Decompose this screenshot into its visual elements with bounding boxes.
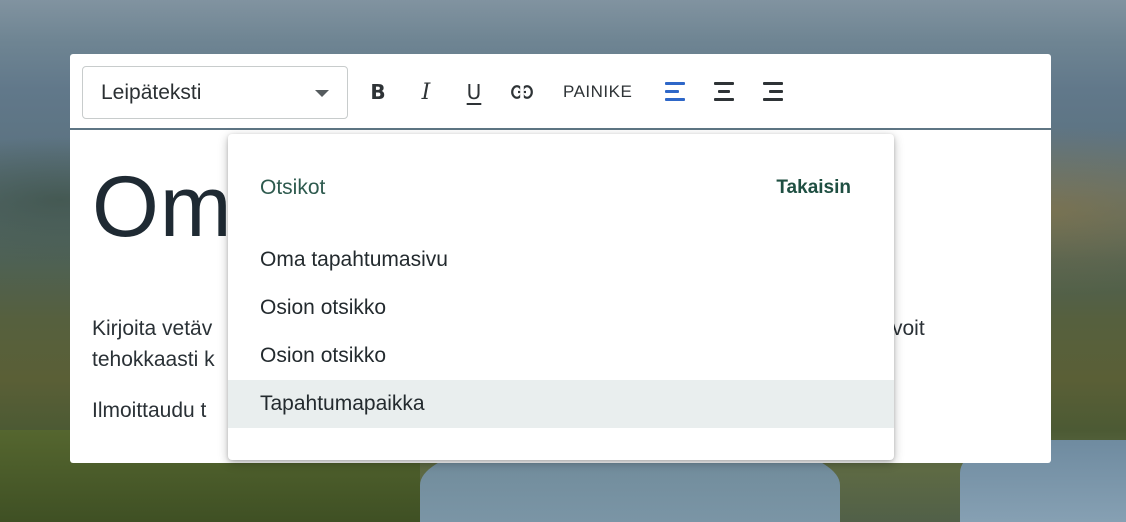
paragraph-line[interactable]: Ilmoittaudu t	[92, 395, 206, 426]
heading-style-dropdown: Otsikot Takaisin Oma tapahtumasivu Osion…	[228, 134, 894, 460]
align-center-icon	[714, 82, 734, 85]
align-left-icon-line	[665, 90, 679, 93]
editor-toolbar: Leipäteksti B I U PAINIKE	[70, 54, 1051, 128]
align-left-icon-line	[665, 98, 685, 101]
paragraph-line[interactable]: Kirjoita vetäv	[92, 313, 212, 344]
align-left-icon	[665, 82, 685, 85]
link-button[interactable]	[510, 76, 534, 108]
align-center-button[interactable]	[713, 82, 735, 102]
chevron-down-icon	[315, 90, 329, 97]
link-icon	[511, 85, 533, 99]
paragraph-line[interactable]: tehokkaasti k	[92, 344, 215, 375]
align-left-button[interactable]	[665, 82, 687, 102]
dropdown-item[interactable]: Oma tapahtumasivu	[228, 236, 894, 284]
text-style-value: Leipäteksti	[101, 80, 202, 104]
dropdown-header: Otsikot	[260, 176, 326, 199]
insert-button-button[interactable]: PAINIKE	[563, 76, 632, 108]
dropdown-item[interactable]: Osion otsikko	[228, 332, 894, 380]
text-style-select[interactable]: Leipäteksti	[82, 66, 348, 119]
bold-button[interactable]: B	[366, 76, 390, 108]
align-right-icon-line	[763, 98, 783, 101]
dropdown-item[interactable]: Osion otsikko	[228, 284, 894, 332]
align-center-icon-line	[714, 98, 734, 101]
align-right-icon-line	[769, 90, 783, 93]
underline-button[interactable]: U	[462, 76, 486, 108]
dropdown-item-highlighted[interactable]: Tapahtumapaikka	[228, 380, 894, 428]
align-right-button[interactable]	[761, 82, 783, 102]
page-heading[interactable]: Om	[92, 158, 233, 257]
italic-button[interactable]: I	[414, 76, 438, 108]
paragraph-line-end[interactable]: voit	[892, 313, 925, 344]
align-right-icon	[763, 82, 783, 85]
back-button[interactable]: Takaisin	[776, 177, 851, 199]
align-center-icon-line	[718, 90, 730, 93]
